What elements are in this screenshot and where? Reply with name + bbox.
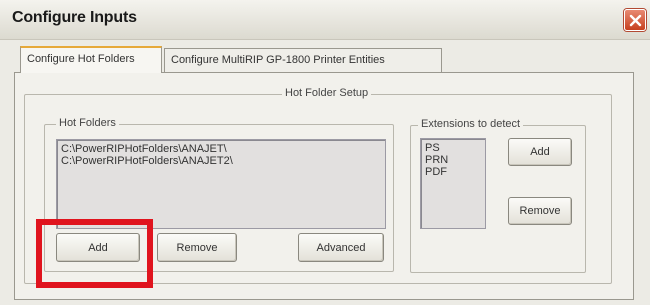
tab-configure-hot-folders[interactable]: Configure Hot Folders xyxy=(20,46,162,73)
list-item[interactable]: PDF xyxy=(425,166,447,178)
hot-folder-setup-title: Hot Folder Setup xyxy=(282,87,372,99)
list-item[interactable]: PS xyxy=(425,142,440,154)
remove-extension-button[interactable]: Remove xyxy=(508,197,572,225)
title-bar: Configure Inputs xyxy=(0,0,650,40)
list-item[interactable]: C:\PowerRIPHotFolders\ANAJET\ xyxy=(61,143,227,155)
hot-folders-title: Hot Folders xyxy=(56,117,119,129)
close-button[interactable] xyxy=(624,9,646,31)
list-item[interactable]: C:\PowerRIPHotFolders\ANAJET2\ xyxy=(61,155,233,167)
close-icon xyxy=(629,14,641,26)
advanced-button[interactable]: Advanced xyxy=(298,233,384,262)
tab-configure-printer-entities[interactable]: Configure MultiRIP GP-1800 Printer Entit… xyxy=(164,48,442,72)
configure-inputs-window: Configure Inputs Configure Hot Folders C… xyxy=(0,0,650,305)
window-title: Configure Inputs xyxy=(12,9,137,26)
extensions-list[interactable]: PS PRN PDF xyxy=(420,138,486,229)
add-extension-button[interactable]: Add xyxy=(508,138,572,166)
extensions-title: Extensions to detect xyxy=(418,118,524,130)
hot-folders-list[interactable]: C:\PowerRIPHotFolders\ANAJET\ C:\PowerRI… xyxy=(56,139,386,229)
highlight-box xyxy=(36,219,153,288)
list-item[interactable]: PRN xyxy=(425,154,448,166)
remove-hot-folder-button[interactable]: Remove xyxy=(157,233,237,262)
